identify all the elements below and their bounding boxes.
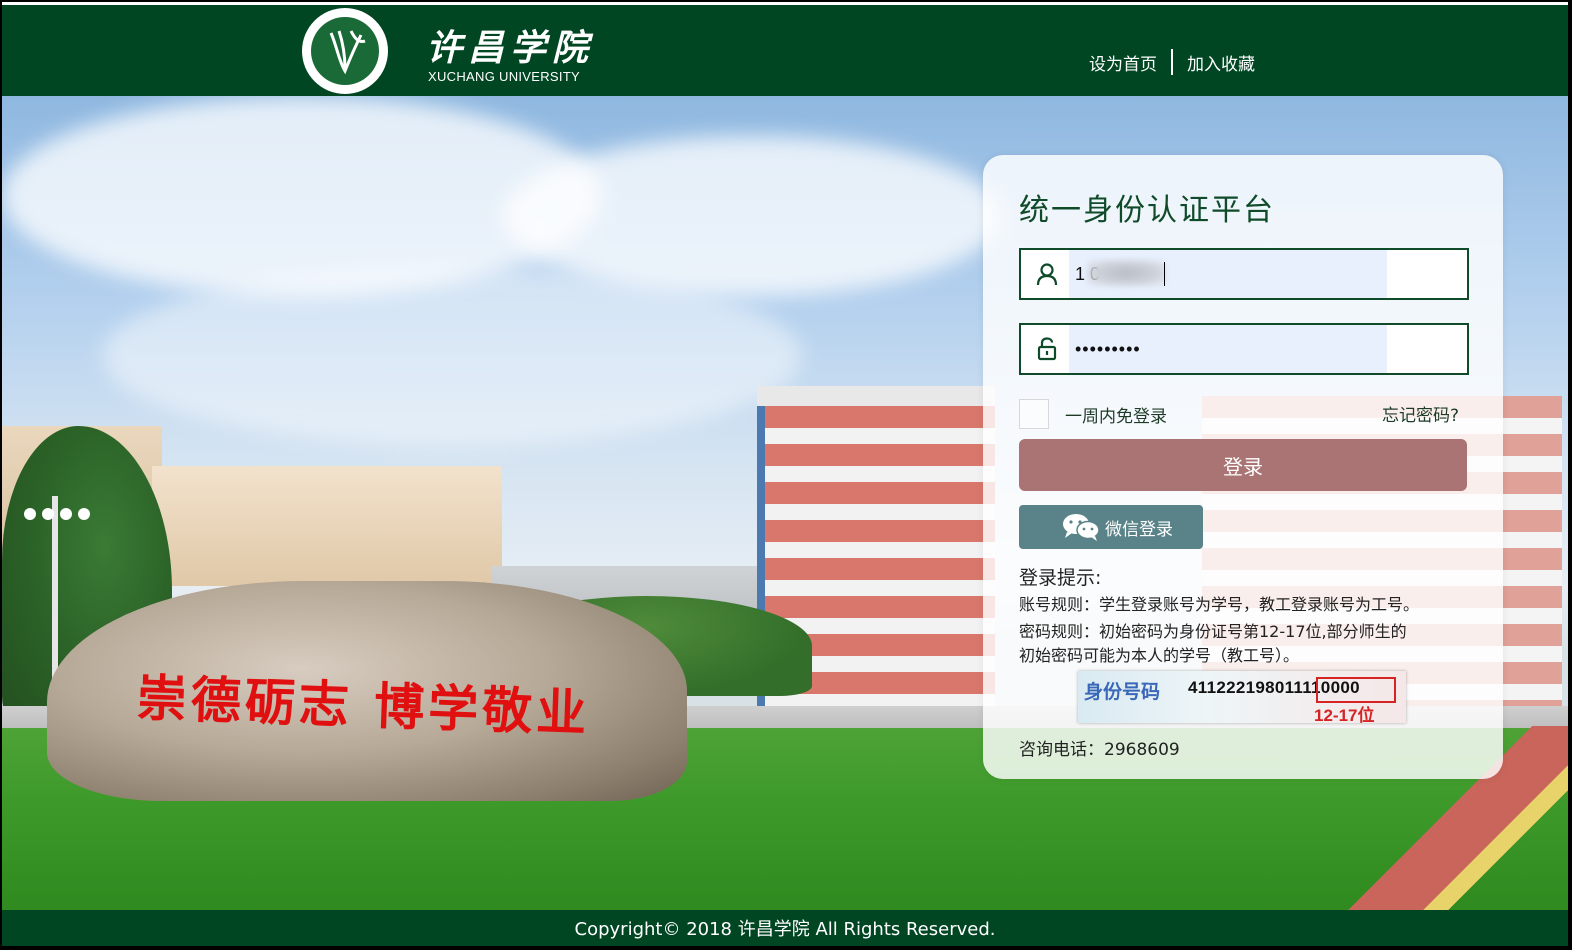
consult-phone: 咨询电话：2968609 — [1019, 740, 1180, 760]
user-icon — [1036, 263, 1058, 286]
login-button[interactable]: 登录 — [1019, 439, 1467, 491]
site-header: 许昌学院 XUCHANG UNIVERSITY 设为首页 加入收藏 — [2, 5, 1568, 96]
forgot-password-link[interactable]: 忘记密码? — [1382, 401, 1459, 426]
login-tips-title: 登录提示: — [1019, 567, 1102, 589]
site-footer: Copyright© 2018 许昌学院 All Rights Reserved… — [2, 910, 1568, 946]
wechat-icon — [1063, 514, 1100, 541]
university-name-cn: 许昌学院 — [426, 27, 595, 69]
id-digits-range: 12-17位 — [1314, 706, 1375, 725]
tips-password-rule-cont: 初始密码可能为本人的学号（教工号）。 — [1019, 646, 1300, 665]
redacted-username — [1087, 260, 1165, 286]
lock-icon — [1037, 337, 1057, 361]
password-input[interactable]: ••••••••• — [1069, 325, 1387, 373]
id-card-example: 身份号码 411222198011110000 12-17位 — [1078, 671, 1406, 725]
set-homepage-link[interactable]: 设为首页 — [1089, 50, 1157, 75]
password-field: ••••••••• — [1019, 323, 1469, 375]
university-name-en: XUCHANG UNIVERSITY — [428, 69, 581, 84]
copyright-text: Copyright© 2018 许昌学院 All Rights Reserved… — [574, 919, 996, 940]
login-panel: 统一身份认证平台 1 0 ••••••••• 一周内免登 — [983, 155, 1503, 779]
text-caret — [1164, 262, 1165, 286]
remember-me: 一周内免登录 — [1019, 397, 1167, 431]
id-card-label: 身份号码 — [1084, 681, 1161, 703]
header-nav: 设为首页 加入收藏 — [1089, 49, 1255, 75]
add-bookmark-link[interactable]: 加入收藏 — [1187, 50, 1255, 75]
wechat-login-button[interactable]: 微信登录 — [1019, 505, 1203, 549]
remember-label: 一周内免登录 — [1065, 406, 1167, 427]
page-frame: 许昌学院 XUCHANG UNIVERSITY 设为首页 加入收藏 崇德砺志 博… — [2, 2, 1568, 946]
login-title: 统一身份认证平台 — [1019, 193, 1275, 228]
id-digits-highlight — [1316, 677, 1396, 703]
username-field: 1 0 — [1019, 248, 1469, 300]
wechat-login-label: 微信登录 — [1105, 519, 1173, 540]
nav-divider — [1171, 49, 1173, 75]
building-left — [152, 466, 502, 586]
tips-password-rule: 密码规则：初始密码为身份证号第12-17位,部分师生的 — [1019, 622, 1407, 641]
password-value: ••••••••• — [1075, 339, 1141, 359]
remember-checkbox[interactable] — [1019, 399, 1049, 429]
university-seal-logo — [302, 8, 388, 94]
tips-account-rule: 账号规则：学生登录账号为学号，教工登录账号为工号。 — [1019, 595, 1420, 614]
